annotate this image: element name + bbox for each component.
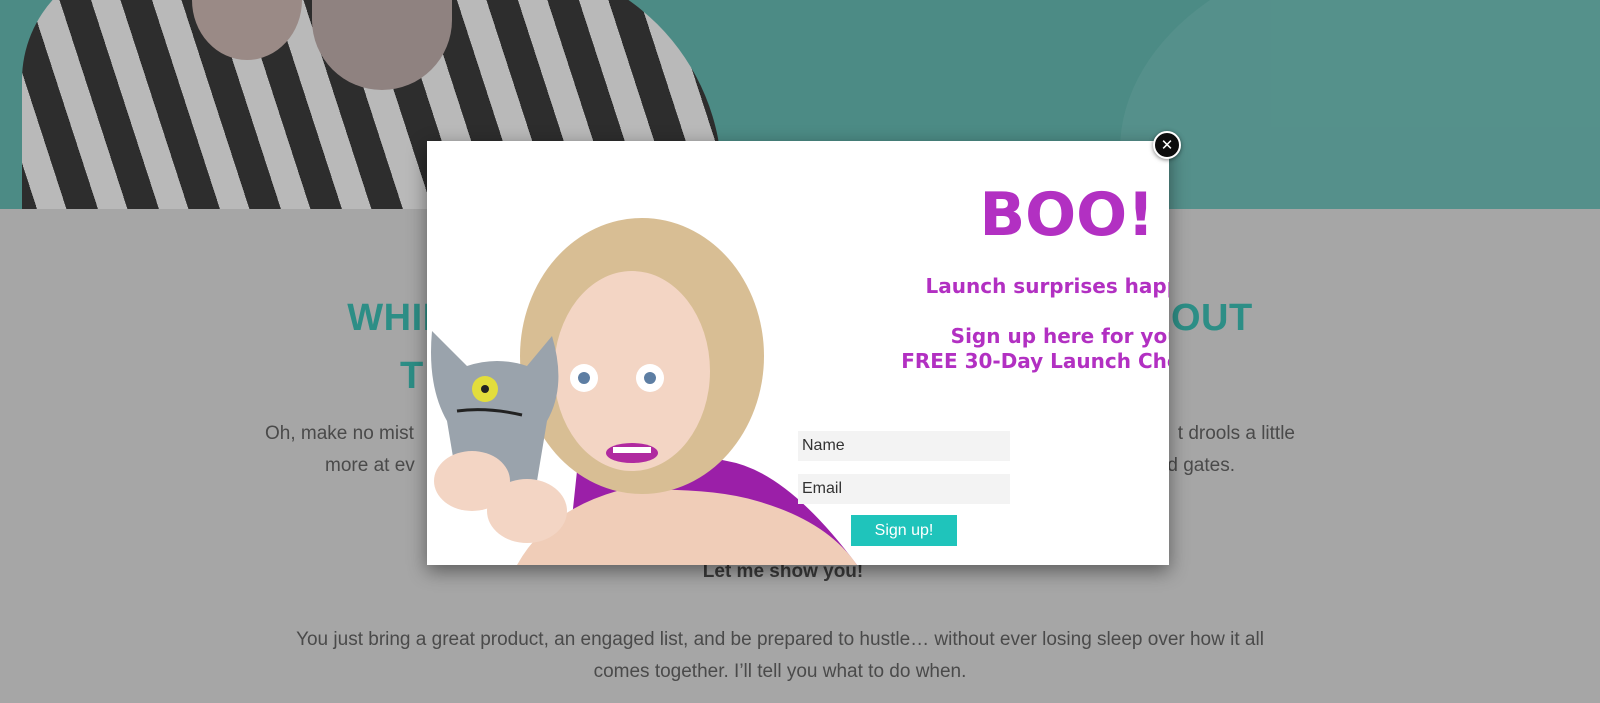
paragraph1-line1-right: t drools a little: [1177, 423, 1295, 444]
hero-photo-hand: [192, 0, 302, 60]
paragraph2-line1: You just bring a great product, an engag…: [296, 629, 1264, 650]
modal-cta-line2: FREE 30-Day Launch Checklist: [901, 349, 1169, 373]
signup-modal: BOO! Launch surprises happen. Sign up he…: [427, 141, 1169, 565]
paragraph1-line1-left: Oh, make no mist: [265, 423, 414, 444]
paragraph1-line2-right: d gates.: [1167, 455, 1235, 476]
second-paragraph: You just bring a great product, an engag…: [265, 624, 1295, 688]
heading-line2: T: [400, 355, 424, 397]
hero-sheen: [1120, 0, 1600, 209]
close-icon[interactable]: ✕: [1153, 131, 1181, 159]
modal-title: BOO!: [979, 180, 1155, 250]
modal-tagline: Launch surprises happen.: [925, 274, 1169, 298]
modal-cta-line1: Sign up here for your: [950, 324, 1169, 348]
paragraph1-line2-left: more at ev: [325, 455, 415, 476]
email-input[interactable]: [798, 474, 1010, 504]
hero-photo-neck: [312, 0, 452, 90]
signup-button[interactable]: Sign up!: [851, 515, 957, 546]
name-input[interactable]: [798, 431, 1010, 461]
paragraph2-line2: comes together. I’ll tell you what to do…: [593, 661, 967, 682]
